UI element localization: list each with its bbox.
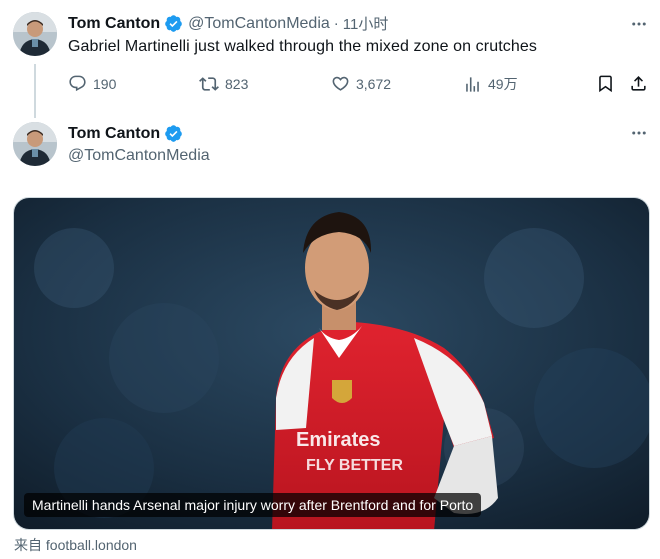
verified-icon	[164, 124, 183, 143]
separator-dot: ·	[333, 15, 339, 32]
reply-icon	[69, 75, 86, 92]
svg-text:Emirates: Emirates	[296, 429, 381, 451]
author-handle[interactable]: @TomCantonMedia	[68, 147, 210, 165]
tweet-header: Tom Canton @TomCantonMedia · 11小时	[68, 13, 388, 34]
avatar[interactable]	[13, 122, 57, 166]
like-count: 3,672	[356, 75, 392, 92]
reply-count: 190	[93, 75, 117, 92]
retweet-icon	[199, 77, 219, 91]
author-name[interactable]: Tom Canton	[68, 125, 160, 143]
link-source[interactable]: 来自 football.london	[14, 535, 137, 555]
like-icon	[332, 76, 349, 91]
retweet-count: 823	[225, 76, 249, 92]
thread-line	[34, 64, 36, 118]
reply-header: Tom Canton	[68, 124, 188, 143]
avatar[interactable]	[13, 12, 57, 56]
like-button[interactable]: 3,672	[331, 74, 391, 93]
views-count: 49万	[488, 76, 518, 92]
author-name[interactable]: Tom Canton	[68, 15, 160, 33]
reply-button[interactable]: 190	[68, 74, 116, 93]
views-button[interactable]: 49万	[463, 74, 518, 94]
verified-icon	[164, 14, 183, 33]
more-icon[interactable]	[629, 123, 649, 143]
author-handle[interactable]: @TomCantonMedia	[188, 15, 330, 33]
more-icon[interactable]	[629, 14, 649, 34]
timestamp[interactable]: 11小时	[343, 13, 389, 34]
share-button[interactable]	[629, 74, 648, 93]
retweet-button[interactable]: 823	[199, 74, 248, 94]
views-icon	[466, 76, 479, 92]
tweet-text: Gabriel Martinelli just walked through t…	[68, 38, 537, 55]
bookmark-button[interactable]	[596, 74, 615, 93]
link-card-headline[interactable]: Martinelli hands Arsenal major injury wo…	[24, 493, 482, 517]
svg-text:FLY BETTER: FLY BETTER	[306, 457, 403, 474]
bookmark-icon	[599, 75, 612, 93]
link-card-image[interactable]: Emirates FLY BETTER	[13, 197, 650, 530]
share-icon	[631, 76, 646, 91]
